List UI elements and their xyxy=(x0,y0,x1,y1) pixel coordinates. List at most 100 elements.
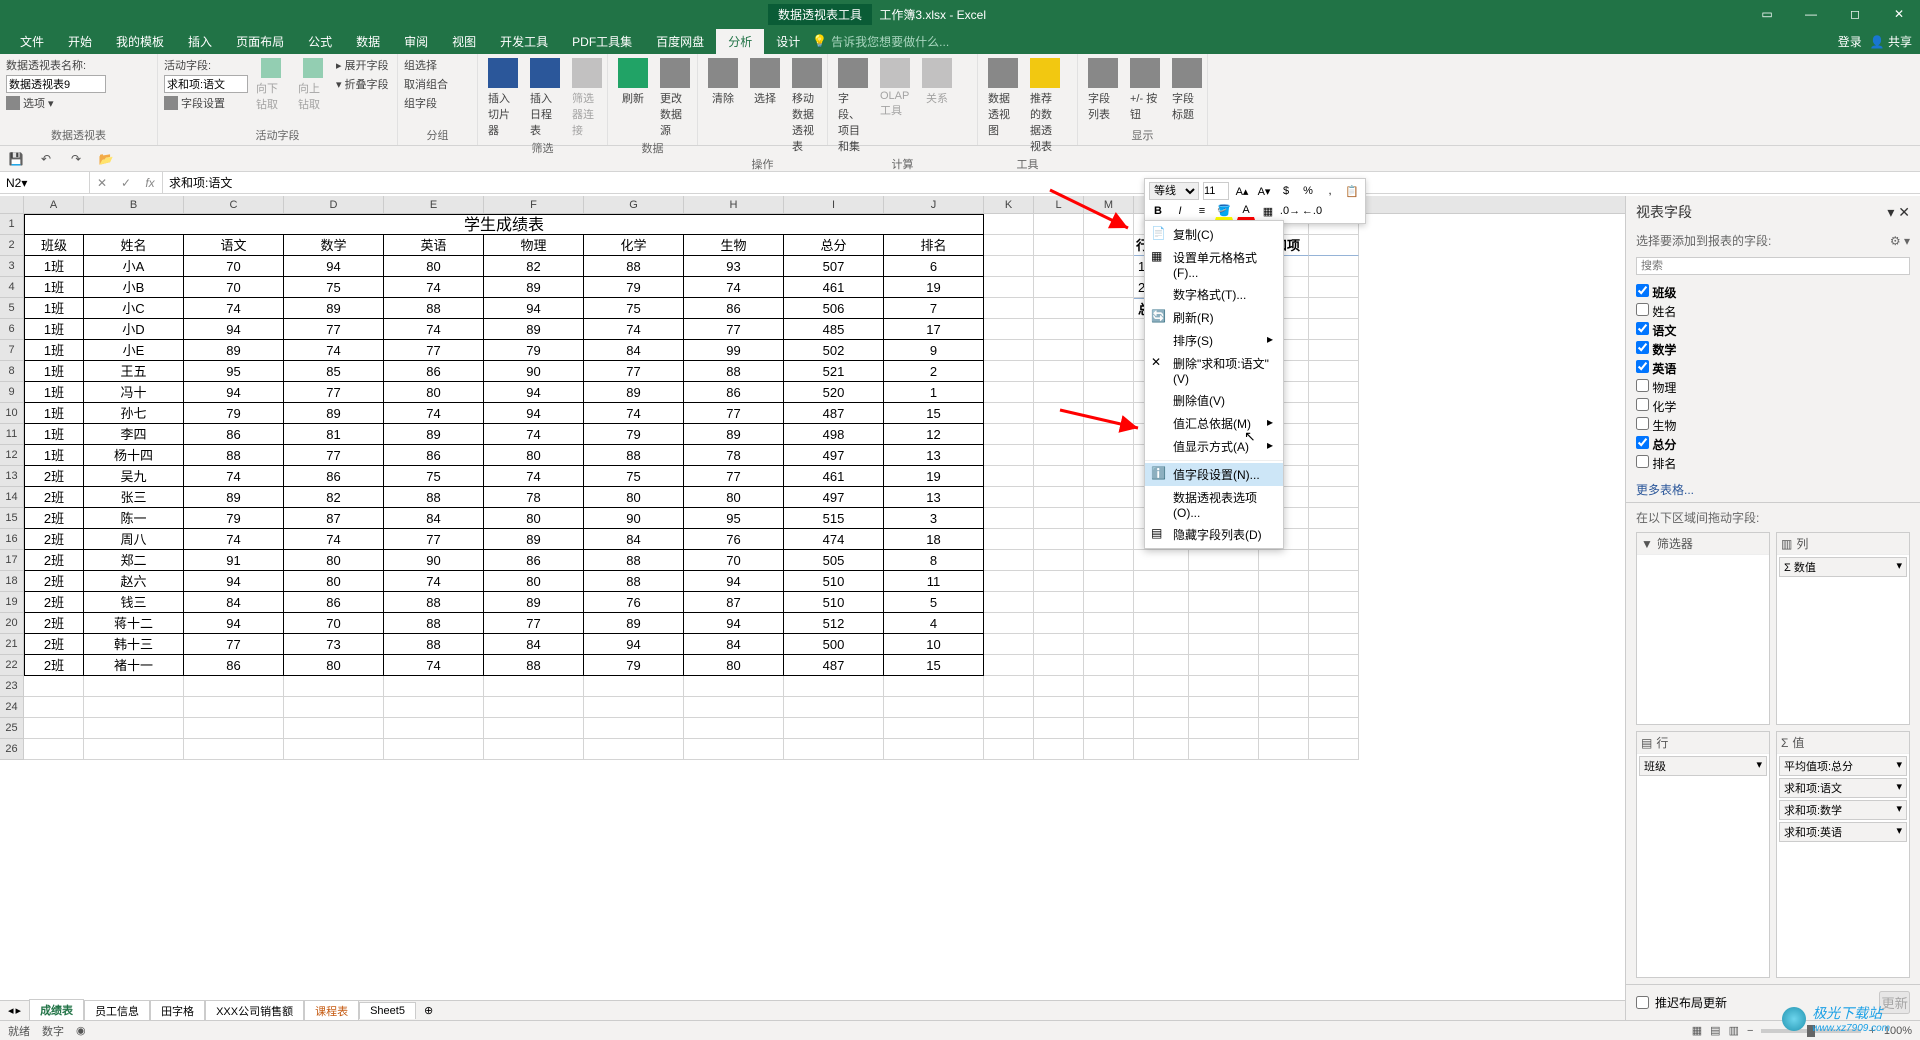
cell[interactable]: 2班 xyxy=(24,571,84,592)
olap-tools-button[interactable]: OLAP 工具 xyxy=(876,56,914,120)
cell[interactable]: 89 xyxy=(184,487,284,508)
accounting-format-icon[interactable]: $ xyxy=(1277,182,1295,200)
cell[interactable]: 88 xyxy=(384,298,484,319)
cell[interactable]: 10 xyxy=(884,634,984,655)
cell[interactable]: 80 xyxy=(684,487,784,508)
cell[interactable] xyxy=(984,445,1034,466)
column-header[interactable]: L xyxy=(1034,196,1084,213)
cell[interactable] xyxy=(384,718,484,739)
cell[interactable]: 506 xyxy=(784,298,884,319)
row-header[interactable]: 23 xyxy=(0,676,24,697)
cell[interactable]: 小B xyxy=(84,277,184,298)
cell[interactable]: 2班 xyxy=(24,466,84,487)
cell[interactable] xyxy=(1189,697,1259,718)
cell[interactable]: 79 xyxy=(484,340,584,361)
cell[interactable]: 11 xyxy=(884,571,984,592)
cell[interactable]: 6 xyxy=(884,256,984,277)
cell[interactable] xyxy=(1309,340,1359,361)
cell[interactable] xyxy=(1309,508,1359,529)
cell[interactable]: 13 xyxy=(884,487,984,508)
ctx-number-format[interactable]: 数字格式(T)... xyxy=(1145,283,1283,306)
cell[interactable] xyxy=(1084,697,1134,718)
cell[interactable]: 520 xyxy=(784,382,884,403)
cell[interactable] xyxy=(1259,592,1309,613)
record-macro-icon[interactable]: ◉ xyxy=(76,1024,86,1037)
cell[interactable] xyxy=(1309,382,1359,403)
cell[interactable] xyxy=(584,739,684,760)
cell[interactable]: 80 xyxy=(484,571,584,592)
cancel-icon[interactable]: ✕ xyxy=(90,172,114,193)
cell[interactable]: 99 xyxy=(684,340,784,361)
sheet-nav-first-icon[interactable]: ◂ xyxy=(8,1004,14,1017)
cell[interactable]: 85 xyxy=(284,361,384,382)
row-header[interactable]: 7 xyxy=(0,340,24,361)
cell[interactable] xyxy=(1034,256,1084,277)
cell[interactable]: 80 xyxy=(484,508,584,529)
cell[interactable] xyxy=(1134,613,1189,634)
area-item[interactable]: 求和项:语文▾ xyxy=(1779,778,1907,798)
decrease-font-icon[interactable]: A▾ xyxy=(1255,182,1273,200)
column-header[interactable]: H xyxy=(684,196,784,213)
cell[interactable]: 86 xyxy=(184,655,284,676)
cell[interactable]: 88 xyxy=(584,445,684,466)
columns-area[interactable]: ▥列 Σ 数值▾ xyxy=(1776,532,1910,725)
cell[interactable] xyxy=(1034,634,1084,655)
cell[interactable]: 86 xyxy=(284,592,384,613)
cell[interactable]: 7 xyxy=(884,298,984,319)
page-layout-view-icon[interactable]: ▤ xyxy=(1710,1024,1720,1037)
cell[interactable] xyxy=(384,739,484,760)
cell[interactable] xyxy=(1309,697,1359,718)
cell[interactable] xyxy=(184,676,284,697)
rows-area[interactable]: ▤行 班级▾ xyxy=(1636,731,1770,978)
cell[interactable]: 77 xyxy=(284,445,384,466)
cell[interactable]: 80 xyxy=(284,550,384,571)
cell[interactable]: 2班 xyxy=(24,634,84,655)
cell[interactable]: 生物 xyxy=(684,235,784,256)
cell[interactable]: 487 xyxy=(784,403,884,424)
change-source-button[interactable]: 更改数据源 xyxy=(656,56,694,140)
cell[interactable] xyxy=(684,676,784,697)
cell[interactable] xyxy=(1084,529,1134,550)
cell[interactable] xyxy=(984,571,1034,592)
cell[interactable]: 94 xyxy=(484,298,584,319)
cell[interactable] xyxy=(1034,655,1084,676)
cell[interactable] xyxy=(984,592,1034,613)
cell[interactable] xyxy=(1084,235,1134,256)
cell[interactable] xyxy=(284,718,384,739)
field-checkbox-row[interactable]: 英语 xyxy=(1636,359,1910,378)
ctx-value-field-settings[interactable]: ℹ️值字段设置(N)... xyxy=(1145,463,1283,486)
cell[interactable] xyxy=(1034,487,1084,508)
cell[interactable]: 15 xyxy=(884,655,984,676)
cell[interactable] xyxy=(984,214,1034,235)
drill-down-button[interactable]: 向下钻取 xyxy=(252,56,290,114)
cell[interactable]: 74 xyxy=(184,298,284,319)
cell[interactable] xyxy=(1189,634,1259,655)
cell[interactable] xyxy=(984,319,1034,340)
font-select[interactable]: 等线 xyxy=(1149,182,1199,200)
cell[interactable] xyxy=(1189,571,1259,592)
cell[interactable]: 94 xyxy=(184,319,284,340)
comma-format-icon[interactable]: , xyxy=(1321,182,1339,200)
cell[interactable]: 李四 xyxy=(84,424,184,445)
ctx-remove-field[interactable]: ✕删除"求和项:语文"(V) xyxy=(1145,352,1283,389)
tab-formulas[interactable]: 公式 xyxy=(296,29,344,54)
cell[interactable]: 语文 xyxy=(184,235,284,256)
cell[interactable]: 79 xyxy=(184,508,284,529)
cell[interactable]: 总分 xyxy=(784,235,884,256)
login-link[interactable]: 登录 xyxy=(1838,33,1862,50)
field-checkbox-row[interactable]: 班级 xyxy=(1636,283,1910,302)
cell[interactable]: 75 xyxy=(584,298,684,319)
cell[interactable] xyxy=(1084,571,1134,592)
cell[interactable]: 班级 xyxy=(24,235,84,256)
ctx-remove-values[interactable]: 删除值(V) xyxy=(1145,389,1283,412)
cell[interactable]: 2 xyxy=(884,361,984,382)
cell[interactable]: 94 xyxy=(584,634,684,655)
cell[interactable]: 86 xyxy=(684,298,784,319)
cell[interactable]: 姓名 xyxy=(84,235,184,256)
sheet-tab[interactable]: Sheet5 xyxy=(359,1002,416,1019)
cell[interactable] xyxy=(1034,676,1084,697)
cell[interactable]: 77 xyxy=(384,340,484,361)
field-checkbox[interactable] xyxy=(1636,322,1649,335)
area-item[interactable]: 平均值项:总分▾ xyxy=(1779,756,1907,776)
cell[interactable] xyxy=(1034,298,1084,319)
